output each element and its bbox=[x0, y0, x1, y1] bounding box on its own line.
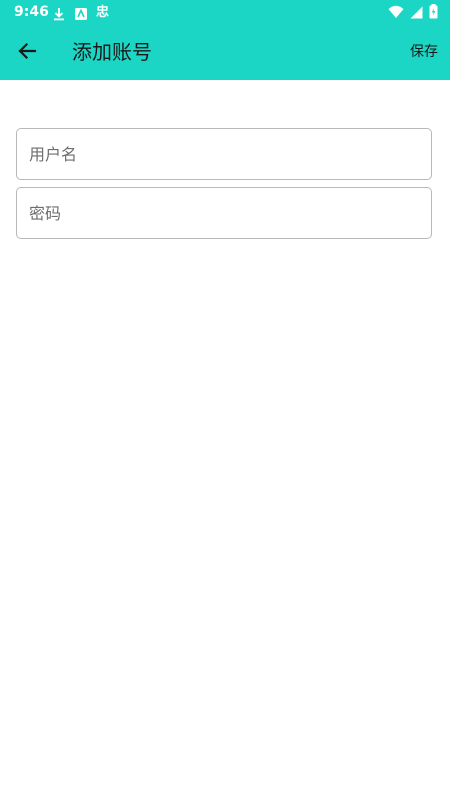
download-icon bbox=[52, 6, 66, 21]
arrow-left-icon bbox=[17, 41, 37, 65]
status-bar: 9:46 忠 bbox=[0, 0, 450, 24]
add-account-screen: 9:46 忠 添加账号 保存 用户名 bbox=[0, 0, 450, 800]
save-button[interactable]: 保存 bbox=[410, 41, 438, 63]
cell-signal-icon bbox=[410, 4, 423, 23]
password-field[interactable] bbox=[16, 187, 432, 239]
battery-icon bbox=[429, 3, 438, 23]
notification-icons: 忠 bbox=[52, 4, 109, 22]
status-time: 9:46 bbox=[14, 4, 49, 20]
app-header: 9:46 忠 添加账号 保存 bbox=[0, 0, 450, 80]
toolbar: 添加账号 保存 bbox=[0, 24, 450, 80]
system-icons bbox=[388, 3, 438, 23]
username-input[interactable] bbox=[17, 129, 431, 179]
notification-text-icon: 忠 bbox=[96, 5, 110, 20]
wifi-icon bbox=[388, 4, 404, 23]
page-title: 添加账号 bbox=[72, 40, 152, 64]
app-notification-icon bbox=[74, 6, 88, 20]
password-input[interactable] bbox=[17, 188, 431, 238]
username-field[interactable] bbox=[16, 128, 432, 180]
back-button[interactable] bbox=[10, 36, 44, 70]
